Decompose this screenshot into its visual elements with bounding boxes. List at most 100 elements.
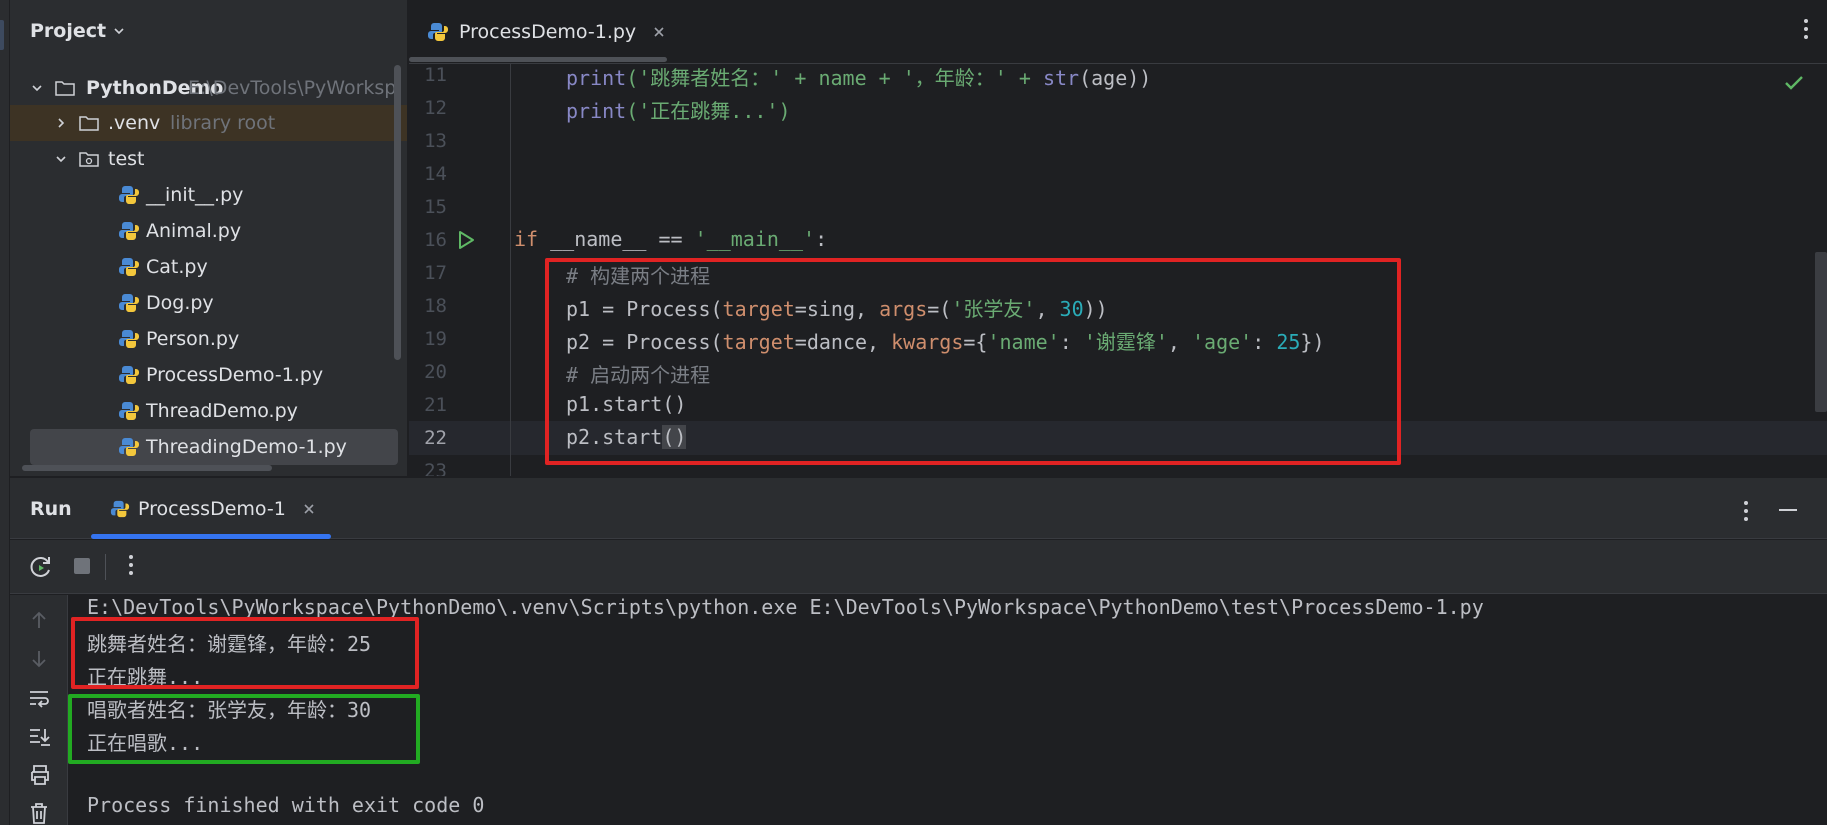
tree-item-hint: library root <box>170 112 276 134</box>
tab-processdemo[interactable]: ProcessDemo-1.py <box>409 12 666 52</box>
python-file-icon <box>119 186 139 204</box>
print-icon[interactable] <box>28 763 52 787</box>
tree-item-label: ProcessDemo-1.py <box>146 364 324 386</box>
annotation-green-box-output <box>68 694 420 764</box>
line-number: 17 <box>424 262 447 284</box>
code-token: '__main__' <box>694 227 816 251</box>
line-number: 14 <box>424 163 447 185</box>
stop-icon[interactable] <box>72 556 92 576</box>
tree-item-venv[interactable]: .venv library root <box>10 105 407 141</box>
project-horizontal-scrollbar[interactable] <box>22 465 272 471</box>
code-line-11[interactable]: print('跳舞者姓名：' + name + '，年龄：' + str(age… <box>566 62 1151 91</box>
tree-item-path: E:\DevTools\PyWorksp <box>188 77 397 99</box>
tree-item-label: Cat.py <box>146 256 208 278</box>
trash-icon[interactable] <box>28 802 50 824</box>
tree-item-label: test <box>108 148 145 170</box>
project-header[interactable]: Project <box>30 20 126 42</box>
close-icon[interactable] <box>652 25 666 39</box>
line-number: 13 <box>424 130 447 152</box>
tree-item-file-selected[interactable]: ThreadingDemo-1.py <box>10 429 407 465</box>
chevron-down-icon[interactable] <box>54 152 68 166</box>
tree-item-file[interactable]: ThreadDemo.py <box>10 393 407 429</box>
line-number: 15 <box>424 196 447 218</box>
run-side-toolbar <box>10 595 68 825</box>
python-run-icon <box>110 500 130 518</box>
line-number: 20 <box>424 361 447 383</box>
tree-item-label: ThreadingDemo-1.py <box>146 436 347 458</box>
annotation-red-box-output <box>71 617 419 689</box>
python-file-icon <box>119 402 139 420</box>
tree-item-file[interactable]: Person.py <box>10 321 407 357</box>
chevron-down-icon[interactable] <box>30 81 44 95</box>
tree-item-file[interactable]: Animal.py <box>10 213 407 249</box>
code-line-12[interactable]: print('正在跳舞...') <box>566 95 791 124</box>
code-line-16[interactable]: if __name__ == '__main__': <box>514 227 827 251</box>
code-token: (age)) <box>1079 66 1152 90</box>
run-panel-header: Run ProcessDemo-1 <box>10 477 1827 539</box>
line-number: 12 <box>424 97 447 119</box>
line-number-current: 22 <box>424 427 447 449</box>
tree-item-file[interactable]: ProcessDemo-1.py <box>10 357 407 393</box>
run-tab-processdemo[interactable]: ProcessDemo-1 <box>110 498 316 520</box>
line-number: 18 <box>424 295 447 317</box>
python-file-icon <box>119 294 139 312</box>
run-tab-label: ProcessDemo-1 <box>138 498 286 520</box>
soft-wrap-icon[interactable] <box>28 687 52 709</box>
indent-guide <box>510 64 511 476</box>
code-token: print <box>566 66 627 90</box>
project-panel: Project PythonDemo E:\DevTools\PyWorksp … <box>10 0 408 476</box>
tree-item-file[interactable]: __init__.py <box>10 177 407 213</box>
tree-item-file[interactable]: Cat.py <box>10 249 407 285</box>
tab-label: ProcessDemo-1.py <box>459 21 637 43</box>
run-tab-active-indicator <box>91 534 331 539</box>
minimize-icon[interactable] <box>1779 509 1797 511</box>
rerun-icon[interactable] <box>28 554 54 580</box>
tree-item-label: Dog.py <box>146 292 214 314</box>
code-token: ('跳舞者姓名：' + name + '，年龄：' + <box>626 66 1043 90</box>
chevron-down-icon <box>114 28 124 35</box>
more-vertical-icon[interactable] <box>1743 500 1749 522</box>
python-file-icon <box>119 366 139 384</box>
more-vertical-icon[interactable] <box>1803 18 1809 40</box>
close-icon[interactable] <box>302 502 316 516</box>
check-icon[interactable] <box>1783 74 1805 92</box>
line-number: 16 <box>424 229 447 251</box>
tree-item-label: Person.py <box>146 328 240 350</box>
tree-item-label: ThreadDemo.py <box>146 400 298 422</box>
run-gutter-icon[interactable] <box>455 229 477 251</box>
folder-icon <box>55 81 75 96</box>
scroll-to-end-icon[interactable] <box>28 726 52 748</box>
code-token: : <box>815 227 828 251</box>
tree-item-label: Animal.py <box>146 220 242 242</box>
python-file-icon <box>119 438 139 456</box>
tree-item-label: __init__.py <box>146 184 244 206</box>
python-file-icon <box>119 330 139 348</box>
tree-item-pythondemo[interactable]: PythonDemo E:\DevTools\PyWorksp <box>10 70 407 106</box>
code-token: ('正在跳舞...') <box>626 99 791 123</box>
package-folder-icon <box>79 152 99 167</box>
toolbar-separator <box>105 554 106 580</box>
tree-item-file[interactable]: Dog.py <box>10 285 407 321</box>
tool-strip-marker <box>0 20 4 50</box>
tree-item-test[interactable]: test <box>10 141 407 177</box>
code-token: str <box>1042 66 1080 90</box>
code-token: __name__ == <box>538 227 695 251</box>
python-file-icon <box>119 222 139 240</box>
folder-icon <box>79 116 99 131</box>
more-vertical-icon[interactable] <box>128 554 134 576</box>
arrow-up-icon[interactable] <box>28 609 50 631</box>
python-file-icon <box>119 258 139 276</box>
code-token: if <box>514 227 539 251</box>
line-number: 11 <box>424 64 447 86</box>
line-number: 21 <box>424 394 447 416</box>
chevron-right-icon[interactable] <box>54 116 68 130</box>
project-title: Project <box>30 20 107 42</box>
arrow-down-icon[interactable] <box>28 648 50 670</box>
run-panel-title: Run <box>30 498 72 520</box>
console-line: Process finished with exit code 0 <box>87 793 485 817</box>
console-line: E:\DevTools\PyWorkspace\PythonDemo\.venv… <box>87 595 1484 619</box>
code-token: print <box>566 99 627 123</box>
run-toolbar <box>10 540 1827 594</box>
editor-vertical-scrollbar[interactable] <box>1815 252 1827 412</box>
project-vertical-scrollbar[interactable] <box>394 65 401 360</box>
